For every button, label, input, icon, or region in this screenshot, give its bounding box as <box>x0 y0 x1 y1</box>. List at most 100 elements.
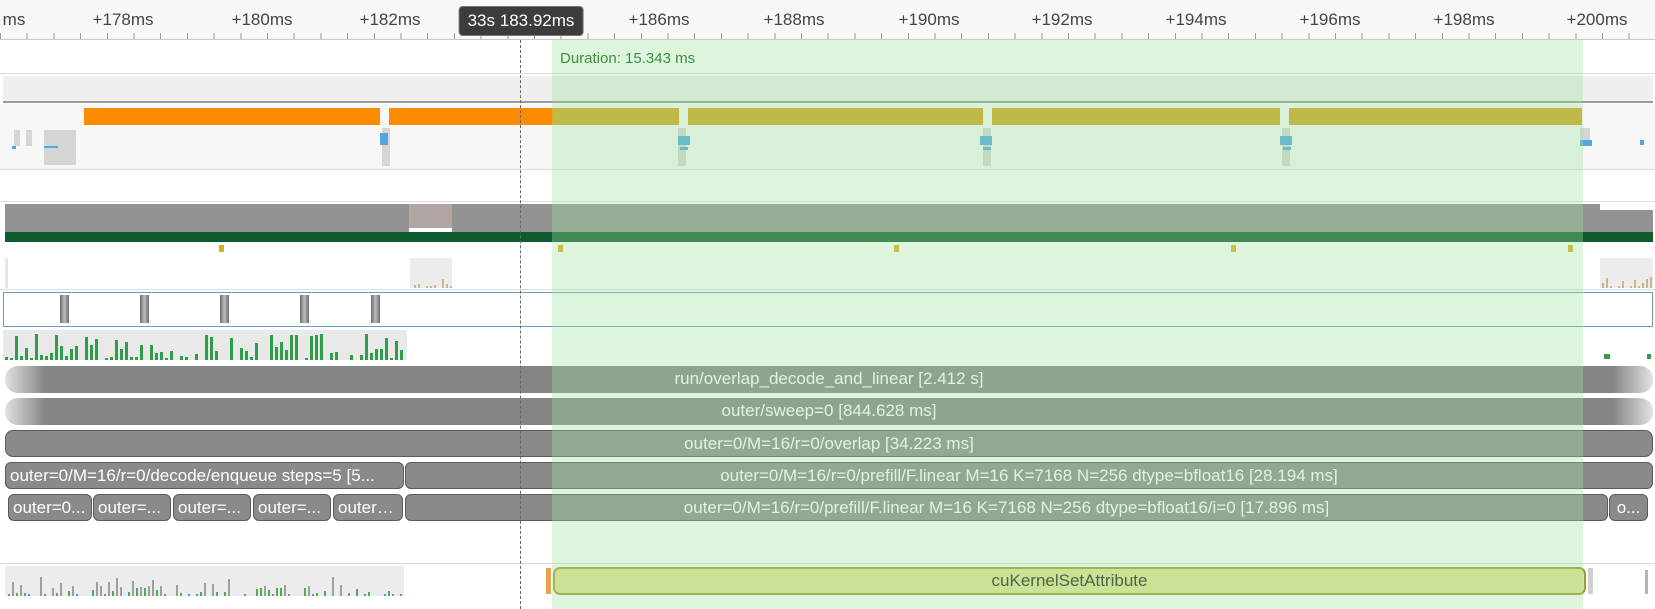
divider <box>3 101 1653 103</box>
counter-bar <box>426 286 428 288</box>
counter-bar <box>280 588 282 596</box>
slice-run-overlap[interactable]: run/overlap_decode_and_linear [2.412 s] <box>5 366 1653 393</box>
counter-bar <box>224 592 226 596</box>
instant-marker <box>558 245 563 252</box>
slice-prefill-linear[interactable]: outer=0/M=16/r=0/prefill/F.linear M=16 K… <box>405 462 1653 489</box>
counter-bar <box>205 335 208 360</box>
slice-sliver[interactable] <box>1588 568 1593 594</box>
slice-outer[interactable]: outer=0... <box>8 494 92 521</box>
counter-bar <box>144 588 146 596</box>
selected-track[interactable] <box>3 292 1653 327</box>
counter-bar <box>270 335 273 360</box>
event-marker <box>980 136 992 145</box>
counter-bar <box>308 586 310 596</box>
counter-bar <box>165 358 168 360</box>
event-marker <box>380 133 388 145</box>
event-marker <box>12 146 16 149</box>
ruler-ticks <box>0 33 1655 39</box>
counter-bar <box>25 348 28 360</box>
counter-bar <box>125 342 128 360</box>
counter-bar <box>44 594 46 596</box>
thread-state-running[interactable] <box>553 108 679 125</box>
counter-bar <box>130 357 133 360</box>
slice-label: outer=0/M=16/r=0/decode/enqueue steps=5 … <box>10 466 375 485</box>
tick-label: +190ms <box>898 10 960 29</box>
slice-outer[interactable]: o... <box>1609 494 1648 521</box>
trace-viewer[interactable]: ms +178ms +180ms +182ms +186ms +188ms +1… <box>0 0 1655 609</box>
counter-bar <box>1638 286 1640 288</box>
slice-label: outer=... <box>98 498 161 517</box>
track-marker[interactable] <box>60 295 69 323</box>
slice-label: o... <box>1616 498 1641 517</box>
track-marker[interactable] <box>140 295 149 323</box>
counter-bar <box>128 592 130 596</box>
counter-bar <box>188 594 190 596</box>
counter-bar <box>275 347 278 360</box>
counter-bar <box>450 286 452 288</box>
counter-bar <box>140 587 142 596</box>
counter-bar <box>70 349 73 360</box>
thread-state-running[interactable] <box>1289 108 1582 125</box>
slice-prefill-linear-i0[interactable]: outer=0/M=16/r=0/prefill/F.linear M=16 K… <box>405 494 1608 521</box>
track-marker[interactable] <box>371 295 380 323</box>
counter-bar <box>1642 283 1644 288</box>
slice-outer[interactable]: outer=... <box>333 494 403 521</box>
slice-outer[interactable]: outer=... <box>93 494 171 521</box>
counter-bar <box>20 585 22 596</box>
counter-bar <box>230 338 233 360</box>
selection-duration: Duration: 15.343 ms <box>560 50 696 67</box>
event-block <box>26 130 32 146</box>
counter-bar <box>316 593 318 596</box>
track-marker[interactable] <box>300 295 309 323</box>
slice-overlap[interactable]: outer=0/M=16/r=0/overlap [34.223 ms] <box>5 430 1653 457</box>
counter-bar <box>1602 283 1604 288</box>
slice-outer[interactable]: outer=... <box>253 494 331 521</box>
slice-outer-sweep[interactable]: outer/sweep=0 [844.628 ms] <box>5 398 1653 425</box>
counter-bar <box>375 349 378 360</box>
tick-label: +180ms <box>231 10 293 29</box>
time-ruler[interactable]: ms +178ms +180ms +182ms +186ms +188ms +1… <box>0 0 1655 40</box>
tick-label: +196ms <box>1299 10 1361 29</box>
counter-bar <box>40 577 42 596</box>
counter-bar <box>185 357 188 360</box>
counter-bar <box>414 285 416 288</box>
counter-bar <box>442 279 444 288</box>
counter-bar <box>210 337 213 360</box>
counter-bar <box>1622 281 1624 288</box>
slice-decode-enqueue[interactable]: outer=0/M=16/r=0/decode/enqueue steps=5 … <box>5 462 404 489</box>
slice-sliver[interactable] <box>546 568 551 594</box>
counter-bar <box>20 356 23 360</box>
counter-bar <box>92 590 94 596</box>
track-marker[interactable] <box>220 295 229 323</box>
counter-bar <box>1650 277 1652 288</box>
counter-bar <box>1610 286 1612 288</box>
thread-state-running[interactable] <box>389 108 553 125</box>
event-marker <box>983 147 991 150</box>
thread-state-running[interactable] <box>84 108 380 125</box>
counter-bar <box>180 593 182 596</box>
thread-state-running[interactable] <box>688 108 983 125</box>
event-block <box>14 130 20 146</box>
counter-bar <box>110 357 113 360</box>
counter-bar <box>35 334 38 360</box>
counter-bar <box>446 284 448 288</box>
counter-bar <box>28 594 30 596</box>
slice-label: outer=0/M=16/r=0/prefill/F.linear M=16 K… <box>683 498 1330 517</box>
counter-bar <box>164 594 166 596</box>
counter-bar <box>384 594 386 596</box>
counter-bar <box>5 357 8 360</box>
slice-label: outer=... <box>178 498 241 517</box>
tick-label: +182ms <box>359 10 421 29</box>
tick-label: ms <box>2 10 26 29</box>
slice-sliver[interactable] <box>1645 570 1648 594</box>
counter-bar <box>310 336 313 360</box>
thread-state-running[interactable] <box>992 108 1280 125</box>
counter-bar <box>212 584 214 596</box>
counter-bar <box>245 351 248 360</box>
slice-outer[interactable]: outer=... <box>173 494 251 521</box>
kernel-slice[interactable]: cuKernelSetAttribute <box>553 567 1586 595</box>
counter-bar <box>60 346 63 360</box>
instant-marker <box>1568 245 1573 252</box>
counter-bar <box>65 356 68 360</box>
track-row <box>0 170 1655 202</box>
